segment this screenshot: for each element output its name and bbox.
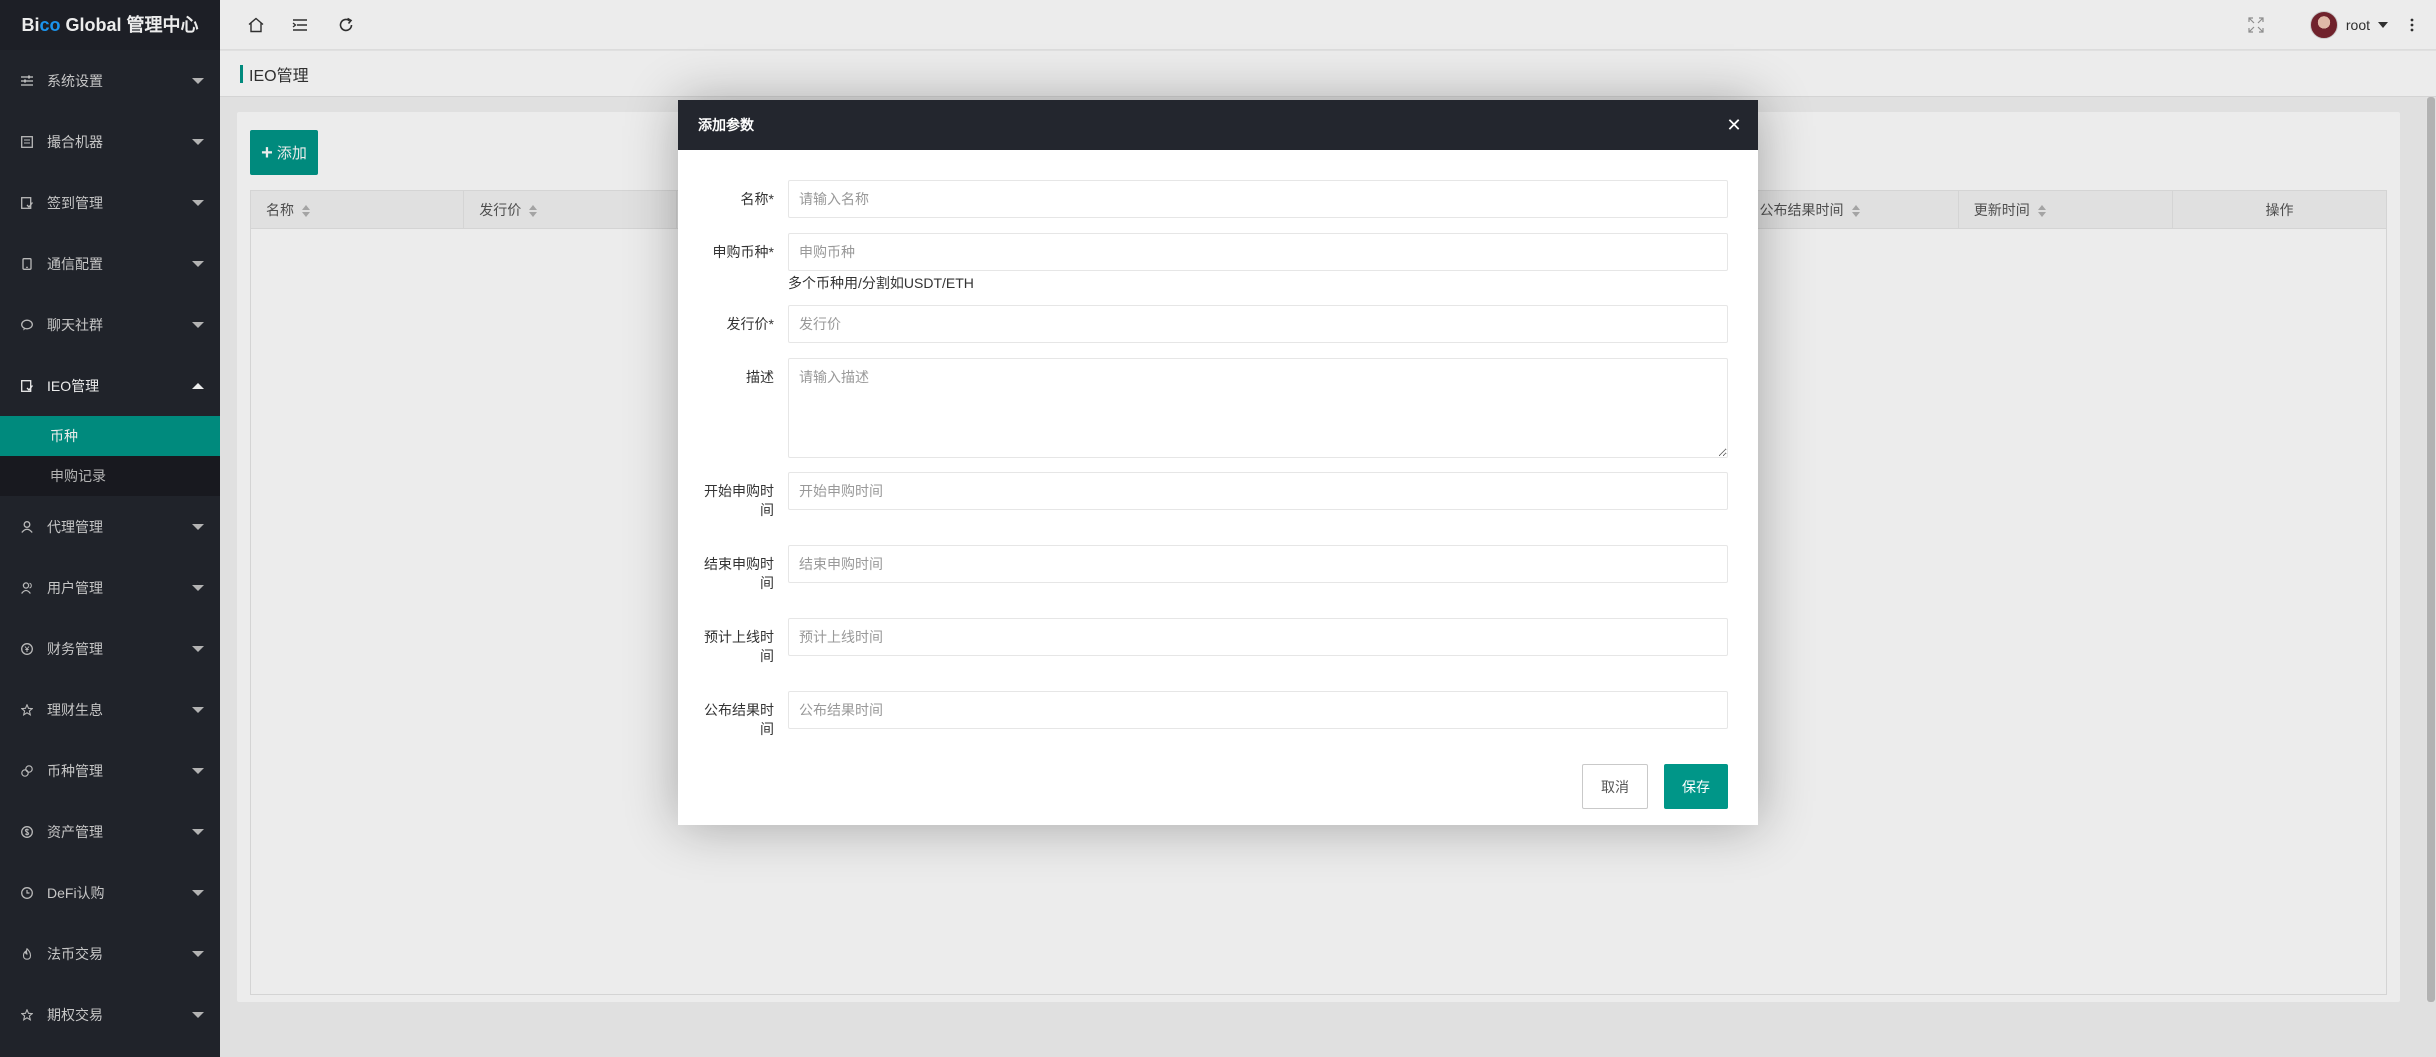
result-time-label: 公布结果时间 [704,702,774,737]
price-label: 发行价* [726,316,774,332]
name-input[interactable] [788,180,1728,218]
start-time-label: 开始申购时间 [704,483,774,518]
dialog-footer: 取消 保存 [1582,764,1728,809]
coin-input[interactable] [788,233,1728,271]
dialog-header: 添加参数 ✕ [678,100,1758,150]
result-time-input[interactable] [788,691,1728,729]
dialog-title: 添加参数 [698,117,754,133]
coin-hint: 多个币种用/分割如USDT/ETH [788,275,974,291]
description-textarea[interactable] [788,358,1728,458]
coin-label: 申购币种* [712,244,774,260]
launch-time-input[interactable] [788,618,1728,656]
cancel-button[interactable]: 取消 [1582,764,1648,809]
end-time-label: 结束申购时间 [704,556,774,591]
description-label: 描述 [746,369,774,385]
name-label: 名称* [740,191,774,207]
add-params-dialog: 添加参数 ✕ 名称* 申购币种* 多个币种用/分割如USDT/ETH 发行价* … [678,100,1758,825]
price-input[interactable] [788,305,1728,343]
close-icon[interactable]: ✕ [1724,115,1744,135]
end-time-input[interactable] [788,545,1728,583]
launch-time-label: 预计上线时间 [704,629,774,664]
save-button[interactable]: 保存 [1664,764,1728,809]
start-time-input[interactable] [788,472,1728,510]
